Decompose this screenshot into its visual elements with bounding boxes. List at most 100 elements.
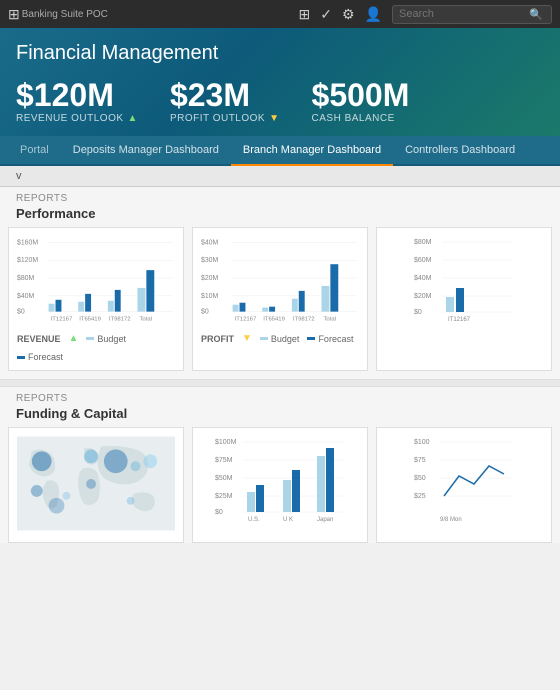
revenue-value: $120M: [16, 79, 138, 111]
profit-chart-svg: $40M $30M $20M $10M $0: [201, 236, 359, 326]
profit-chart-trend-icon: ▼: [242, 333, 252, 344]
gear-icon[interactable]: ⚙: [342, 6, 355, 23]
budget-legend: Budget: [86, 334, 126, 344]
search-bar[interactable]: 🔍: [392, 5, 552, 24]
svg-text:Total: Total: [323, 317, 335, 323]
budget-dot: [86, 337, 94, 340]
svg-text:IT12167: IT12167: [448, 317, 471, 323]
third-chart-block: $80M $60M $40M $20M $0 IT12167: [376, 227, 552, 371]
top-bar: ⊞ Banking Suite POC ⊞ ✓ ⚙ 👤 🔍: [0, 0, 560, 28]
svg-text:IT65419: IT65419: [263, 317, 285, 323]
svg-text:IT98172: IT98172: [293, 317, 315, 323]
revenue-label-text: REVENUE: [17, 334, 61, 344]
svg-text:$50: $50: [414, 475, 426, 482]
header-banner: Financial Management $120M REVENUE OUTLO…: [0, 28, 560, 136]
app-title-area: ⊞ Banking Suite POC: [8, 6, 108, 23]
profit-forecast-dot: [307, 337, 315, 340]
performance-section-title: Performance: [0, 206, 560, 227]
funding-charts-row: $100M $75M $50M $25M $0 U.S.: [0, 427, 560, 543]
forecast-dot: [17, 356, 25, 359]
page-title: Financial Management: [16, 42, 544, 65]
main-content: Reports Performance $160M $120M $80M $40…: [0, 187, 560, 543]
section-divider: [0, 379, 560, 387]
svg-text:$0: $0: [201, 309, 209, 316]
profit-label: PROFIT OUTLOOK ▼: [170, 113, 280, 124]
profit-chart-legend: PROFIT ▼ Budget Forecast: [201, 333, 359, 344]
home-icon[interactable]: ⊞: [8, 6, 20, 23]
sub-nav: v: [0, 166, 560, 187]
svg-text:$0: $0: [215, 509, 223, 516]
svg-text:U.S.: U.S.: [248, 517, 260, 523]
svg-text:$0: $0: [17, 309, 25, 316]
revenue-chart-block: $160M $120M $80M $40M $0: [8, 227, 184, 371]
svg-text:$100: $100: [414, 439, 430, 446]
svg-text:$25M: $25M: [215, 493, 233, 500]
line-chart-block: $100 $75 $50 $25 9/8 Mon: [376, 427, 552, 543]
svg-text:9/8: 9/8: [440, 517, 449, 523]
svg-text:$30M: $30M: [201, 257, 219, 264]
profit-label-text: PROFIT: [201, 334, 234, 344]
svg-text:$20M: $20M: [201, 275, 219, 282]
profit-trend-icon: ▼: [269, 113, 279, 124]
svg-text:Japan: Japan: [317, 517, 333, 523]
svg-text:$25: $25: [414, 493, 426, 500]
profit-metric: $23M PROFIT OUTLOOK ▼: [170, 79, 280, 124]
svg-text:IT65419: IT65419: [79, 317, 101, 323]
svg-text:$75: $75: [414, 457, 426, 464]
metrics-row: $120M REVENUE OUTLOOK ▲ $23M PROFIT OUTL…: [16, 79, 544, 124]
profit-value: $23M: [170, 79, 280, 111]
forecast-legend: Forecast: [17, 352, 63, 362]
world-map-block: [8, 427, 184, 543]
tab-portal[interactable]: Portal: [8, 136, 61, 166]
svg-text:U K: U K: [283, 517, 293, 523]
svg-text:$40M: $40M: [414, 275, 432, 282]
tab-branch[interactable]: Branch Manager Dashboard: [231, 136, 393, 166]
tab-deposits[interactable]: Deposits Manager Dashboard: [61, 136, 231, 166]
svg-text:$40M: $40M: [201, 239, 219, 246]
svg-text:Total: Total: [139, 317, 151, 323]
revenue-metric: $120M REVENUE OUTLOOK ▲: [16, 79, 138, 124]
svg-text:$100M: $100M: [215, 439, 237, 446]
svg-text:$20M: $20M: [414, 293, 432, 300]
app-title: Banking Suite POC: [22, 9, 108, 20]
search-input[interactable]: [399, 8, 529, 20]
revenue-chart-legend: REVENUE ▲ Budget Forecast: [17, 333, 175, 362]
third-chart-svg: $80M $60M $40M $20M $0 IT12167: [385, 236, 543, 326]
svg-text:$80M: $80M: [414, 239, 432, 246]
cash-value: $500M: [312, 79, 410, 111]
performance-section-label: Reports: [0, 187, 560, 206]
svg-text:$120M: $120M: [17, 257, 38, 264]
svg-text:$60M: $60M: [414, 257, 432, 264]
revenue-trend-icon: ▲: [128, 113, 138, 124]
performance-charts-row: $160M $120M $80M $40M $0: [0, 227, 560, 379]
funding-section-title: Funding & Capital: [0, 406, 560, 427]
cash-metric: $500M CASH BALANCE: [312, 79, 410, 124]
svg-text:IT12167: IT12167: [51, 317, 73, 323]
search-icon: 🔍: [529, 8, 543, 21]
revenue-chart-svg: $160M $120M $80M $40M $0: [17, 236, 175, 326]
cash-label: CASH BALANCE: [312, 113, 410, 124]
funding-section-label: Reports: [0, 387, 560, 406]
user-icon[interactable]: 👤: [365, 6, 382, 23]
svg-text:$50M: $50M: [215, 475, 233, 482]
svg-text:IT12167: IT12167: [235, 317, 257, 323]
nav-icons: ⊞ ✓ ⚙ 👤 🔍: [299, 5, 552, 24]
svg-text:$10M: $10M: [201, 293, 219, 300]
country-bar-chart-block: $100M $75M $50M $25M $0 U.S.: [192, 427, 368, 543]
svg-text:$0: $0: [414, 309, 422, 316]
revenue-chart-trend-icon: ▲: [69, 333, 79, 344]
profit-forecast-legend: Forecast: [307, 334, 353, 344]
tabs-bar: Portal Deposits Manager Dashboard Branch…: [0, 136, 560, 166]
revenue-label: REVENUE OUTLOOK ▲: [16, 113, 138, 124]
svg-text:$80M: $80M: [17, 275, 35, 282]
check-circle-icon[interactable]: ✓: [320, 6, 332, 23]
country-bar-chart-svg: $100M $75M $50M $25M $0 U.S.: [201, 436, 359, 531]
profit-budget-dot: [260, 337, 268, 340]
svg-text:$160M: $160M: [17, 239, 38, 246]
profit-chart-block: $40M $30M $20M $10M $0: [192, 227, 368, 371]
line-chart-svg: $100 $75 $50 $25 9/8 Mon: [385, 436, 543, 531]
profit-budget-legend: Budget: [260, 334, 300, 344]
dashboard-icon[interactable]: ⊞: [299, 6, 311, 23]
tab-controllers[interactable]: Controllers Dashboard: [393, 136, 527, 166]
svg-text:$75M: $75M: [215, 457, 233, 464]
